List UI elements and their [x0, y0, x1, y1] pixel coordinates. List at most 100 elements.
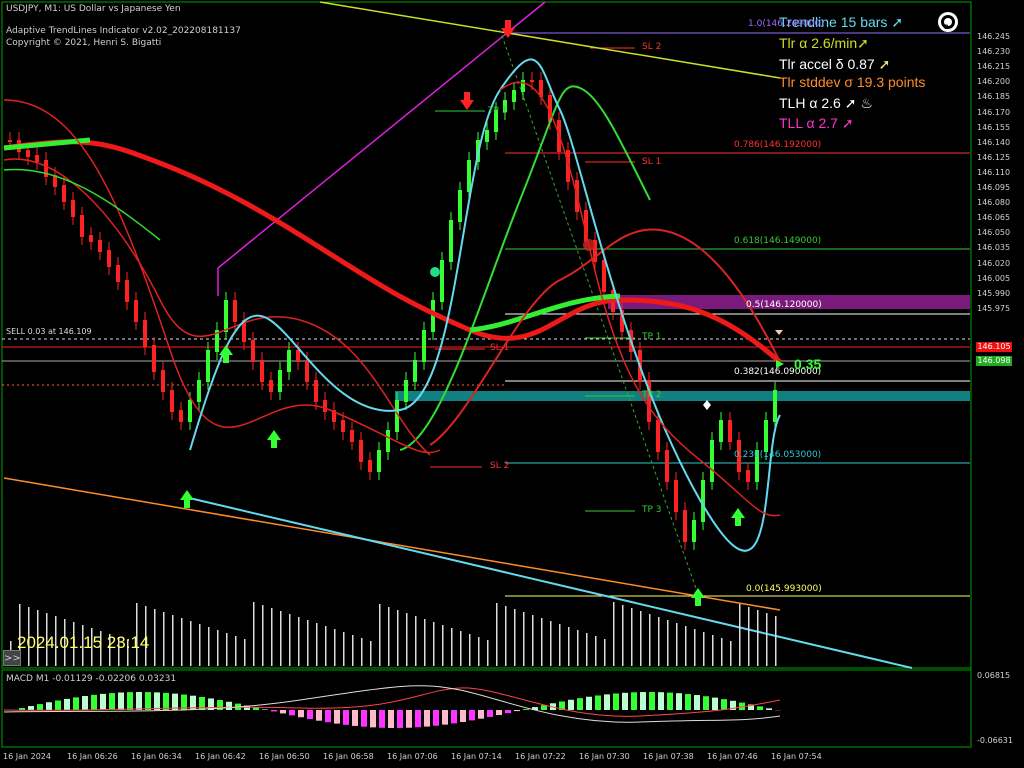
- candle-body: [386, 430, 390, 452]
- buy-arrow-icon: [731, 508, 745, 526]
- volume-bar: [415, 616, 417, 666]
- lower-red-curve: [3, 158, 431, 456]
- time-axis-label: 16 Jan 07:54: [771, 752, 822, 761]
- macd-bar: [55, 700, 61, 710]
- macd-bar: [379, 710, 385, 728]
- macd-bar: [451, 710, 457, 724]
- price-axis-label: 146.200: [977, 77, 1011, 87]
- macd-bar: [307, 710, 313, 720]
- tlr-alpha-info: Tlr α 2.6/min➚: [779, 35, 869, 51]
- macd-axis-bottom: -0.06631: [977, 736, 1013, 745]
- fire-icon: ♨: [860, 95, 873, 111]
- macd-axis-top: 0.06815: [977, 671, 1011, 680]
- price-axis-label: 146.065: [977, 213, 1011, 223]
- volume-bar: [226, 633, 228, 666]
- order-marker-icon: [703, 400, 711, 410]
- macd-bar: [622, 692, 628, 710]
- macd-bar: [334, 710, 340, 724]
- price-axis-label: 146.170: [977, 107, 1011, 117]
- volume-bar: [442, 625, 444, 666]
- candle-body: [440, 260, 444, 302]
- tp2-right-label: TP 2: [642, 390, 662, 400]
- volume-bar: [154, 609, 156, 666]
- macd-bar: [676, 693, 682, 710]
- macd-bar: [442, 710, 448, 725]
- tlh-alpha-info: TLH α 2.6 ➚ ♨: [779, 95, 873, 111]
- volume-bar: [343, 632, 345, 666]
- macd-bar: [640, 692, 646, 710]
- macd-bar: [595, 695, 601, 710]
- symbol-title: USDJPY, M1: US Dollar vs Japanese Yen: [6, 4, 181, 14]
- macd-bar: [361, 710, 367, 727]
- macd-title: MACD M1 -0.01129 -0.02206 0.03231: [6, 674, 177, 684]
- volume-bar: [235, 636, 237, 666]
- candle-body: [116, 265, 120, 282]
- candle-body: [188, 400, 192, 422]
- macd-bar: [370, 710, 376, 728]
- macd-bar: [469, 710, 475, 721]
- volume-bar: [712, 635, 714, 666]
- chart-canvas[interactable]: [0, 0, 1024, 768]
- time-axis-label: 16 Jan 06:34: [131, 752, 182, 761]
- time-axis-label: 16 Jan 07:22: [515, 752, 566, 761]
- candle-body: [413, 360, 417, 382]
- candle-body: [287, 350, 291, 372]
- signal-dot-icon: [430, 267, 440, 277]
- macd-bar: [316, 710, 322, 721]
- macd-bar: [154, 692, 160, 710]
- candle-body: [278, 370, 282, 392]
- volume-bar: [253, 602, 255, 666]
- macd-bar: [28, 706, 34, 710]
- volume-bar: [307, 620, 309, 666]
- candle-body: [359, 440, 363, 462]
- volume-bar: [730, 641, 732, 666]
- candle-body: [296, 350, 300, 362]
- candle-body: [62, 185, 66, 202]
- channel-lower-trendline: [3, 477, 781, 611]
- sell-order-label[interactable]: SELL 0.03 at 146.109: [6, 327, 92, 336]
- volume-bar: [766, 613, 768, 666]
- candle-body: [323, 400, 327, 412]
- candle-body: [143, 320, 147, 347]
- volume-bar: [433, 622, 435, 666]
- trading-chart[interactable]: USDJPY, M1: US Dollar vs Japanese Yen Ad…: [0, 0, 1024, 768]
- macd-bar: [136, 692, 142, 710]
- volume-bar: [559, 624, 561, 666]
- volume-bar: [406, 613, 408, 666]
- candle-body: [71, 200, 75, 217]
- volume-bar: [199, 624, 201, 666]
- volume-bar: [631, 608, 633, 666]
- volume-bar: [397, 610, 399, 666]
- macd-bar: [658, 692, 664, 710]
- tll-alpha-info: TLL α 2.7 ➚: [779, 115, 854, 131]
- macd-bar: [280, 710, 286, 714]
- time-axis-label: 16 Jan 07:30: [579, 752, 630, 761]
- volume-bar: [163, 612, 165, 666]
- volume-bar: [325, 626, 327, 666]
- volume-bar: [523, 612, 525, 666]
- macd-bar: [514, 710, 520, 712]
- candle-body: [665, 450, 669, 482]
- candle-body: [89, 235, 93, 242]
- macd-bar: [478, 710, 484, 719]
- candle-body: [656, 420, 660, 452]
- volume-bar: [262, 605, 264, 666]
- buy-arrow-icon: [180, 490, 194, 508]
- macd-bar: [586, 696, 592, 710]
- macd-bar: [343, 710, 349, 725]
- macd-bar: [433, 710, 439, 726]
- candle-body: [377, 450, 381, 472]
- volume-bar: [550, 621, 552, 666]
- volume-bar: [595, 636, 597, 666]
- macd-bar: [685, 694, 691, 710]
- scroll-to-end-button[interactable]: >>: [3, 650, 21, 666]
- volume-bar: [775, 616, 777, 666]
- fib-label-500: 0.5(146.120000): [746, 300, 822, 310]
- candle-body: [107, 250, 111, 267]
- price-axis-label: 146.050: [977, 228, 1011, 238]
- macd-bar: [568, 699, 574, 710]
- buy-arrow-icon: [691, 588, 705, 606]
- arrow-up-right-icon: ➚: [857, 35, 869, 51]
- candle-body: [710, 440, 714, 482]
- fib-label-100: 1.0(146.249000): [748, 19, 824, 29]
